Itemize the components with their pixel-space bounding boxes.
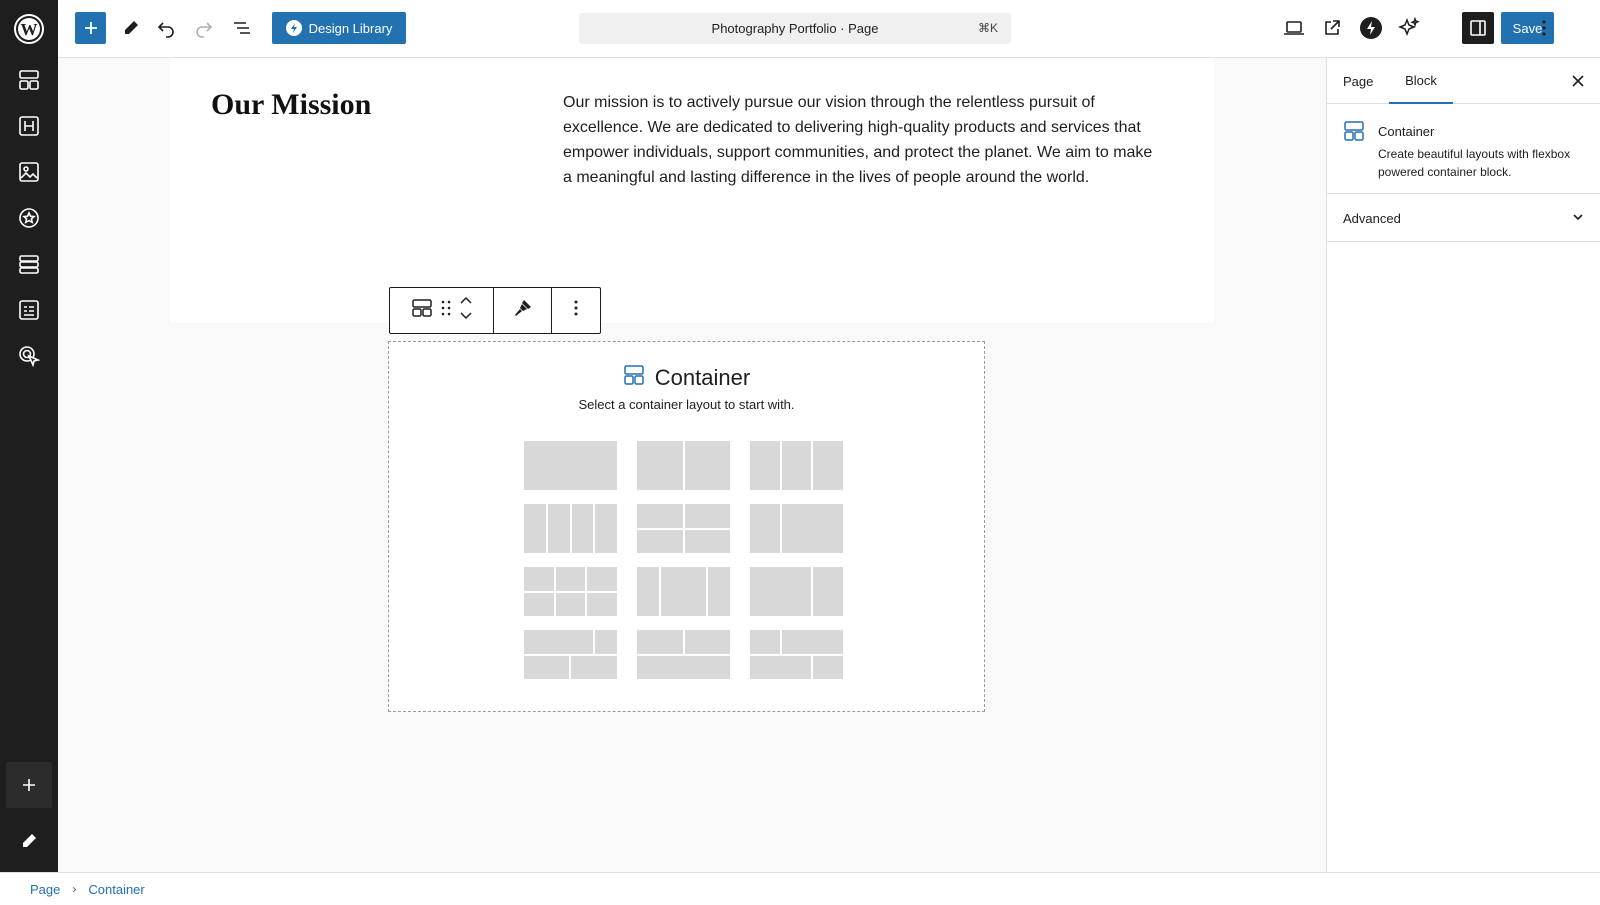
- ai-sparkle-icon[interactable]: [1394, 12, 1424, 44]
- left-sidebar: W: [0, 0, 58, 872]
- advanced-panel-toggle[interactable]: Advanced: [1327, 194, 1600, 242]
- device-preview-icon[interactable]: [1279, 12, 1309, 44]
- advanced-label: Advanced: [1343, 211, 1401, 226]
- image-icon[interactable]: [14, 157, 44, 187]
- layout-option-5[interactable]: [637, 504, 730, 553]
- breadcrumb: Page › Container: [0, 872, 1600, 905]
- design-library-button[interactable]: Design Library: [272, 12, 406, 44]
- container-placeholder-heading: Container: [389, 364, 984, 392]
- settings-tabs: Page Block: [1327, 58, 1600, 104]
- layout-option-8[interactable]: [637, 567, 730, 616]
- design-library-label: Design Library: [308, 20, 393, 36]
- stackable-settings-icon[interactable]: [1356, 12, 1386, 44]
- container-icon: [623, 364, 645, 392]
- container-block-card-icon: [1343, 120, 1365, 147]
- form-icon[interactable]: [14, 295, 44, 325]
- settings-sidebar-toggle[interactable]: [1462, 12, 1494, 44]
- layout-option-6[interactable]: [750, 504, 843, 553]
- rows-icon[interactable]: [14, 249, 44, 279]
- close-icon[interactable]: [1569, 72, 1587, 90]
- block-style-group: [494, 288, 552, 333]
- tab-page[interactable]: Page: [1343, 58, 1373, 104]
- heading-icon[interactable]: [14, 111, 44, 141]
- layout-option-9[interactable]: [750, 567, 843, 616]
- view-external-icon[interactable]: [1317, 12, 1347, 44]
- command-palette-bar[interactable]: Photography Portfolio · Page ⌘K: [579, 13, 1011, 44]
- layout-option-1[interactable]: [524, 441, 617, 490]
- block-toolbar: [389, 287, 601, 334]
- layout-option-3[interactable]: [750, 441, 843, 490]
- redo-icon[interactable]: [189, 12, 219, 44]
- block-options-group: [552, 288, 600, 333]
- wordpress-logo-icon[interactable]: W: [0, 0, 58, 58]
- breadcrumb-page[interactable]: Page: [30, 882, 60, 897]
- inserter-toggle-button[interactable]: [75, 12, 106, 44]
- document-outline-icon[interactable]: [227, 12, 257, 44]
- pencil-icon[interactable]: [14, 826, 44, 856]
- block-controls-group: [390, 288, 494, 333]
- layout-option-10[interactable]: [524, 630, 617, 679]
- paintbrush-icon[interactable]: [513, 298, 533, 323]
- chevron-down-icon: [1571, 210, 1585, 229]
- block-card-title: Container: [1378, 124, 1435, 139]
- pencil-tool-icon[interactable]: [116, 12, 146, 44]
- undo-icon[interactable]: [151, 12, 181, 44]
- layout-options-grid: [524, 441, 846, 679]
- interaction-cursor-icon[interactable]: [14, 341, 44, 371]
- move-up-down-icon[interactable]: [459, 296, 473, 325]
- editor-top-bar: Design Library Photography Portfolio · P…: [58, 0, 1600, 58]
- more-options-icon[interactable]: [1532, 12, 1556, 44]
- tab-block[interactable]: Block: [1389, 58, 1453, 104]
- layout-option-4[interactable]: [524, 504, 617, 553]
- block-card: Container Create beautiful layouts with …: [1327, 104, 1600, 194]
- drag-handle-icon[interactable]: [441, 300, 451, 321]
- svg-text:W: W: [21, 20, 38, 39]
- container-subtitle: Select a container layout to start with.: [578, 397, 795, 412]
- layout-option-2[interactable]: [637, 441, 730, 490]
- container-title: Container: [654, 365, 751, 390]
- layout-option-12[interactable]: [750, 630, 843, 679]
- add-block-button[interactable]: [6, 762, 52, 808]
- container-block-placeholder[interactable]: Container Select a container layout to s…: [388, 341, 985, 712]
- editor-canvas: Our Mission Our mission is to actively p…: [58, 58, 1326, 872]
- mission-paragraph[interactable]: Our mission is to actively pursue our vi…: [563, 90, 1163, 190]
- layout-option-7[interactable]: [524, 567, 617, 616]
- star-badge-icon[interactable]: [14, 203, 44, 233]
- document-title: Photography Portfolio · Page: [711, 21, 879, 36]
- breadcrumb-separator-icon: ›: [72, 882, 77, 896]
- mission-section[interactable]: Our Mission Our mission is to actively p…: [170, 58, 1214, 323]
- block-more-options-icon[interactable]: [573, 299, 579, 322]
- settings-sidebar: Page Block Container Create beautiful la…: [1326, 58, 1600, 872]
- layout-option-11[interactable]: [637, 630, 730, 679]
- mission-heading[interactable]: Our Mission: [211, 88, 371, 122]
- block-card-description: Create beautiful layouts with flexbox po…: [1378, 147, 1571, 179]
- container-block-icon[interactable]: [411, 297, 433, 324]
- stackable-logo-icon: [285, 20, 302, 36]
- shortcut-hint: ⌘K: [977, 21, 998, 35]
- layout-blocks-icon[interactable]: [14, 65, 44, 95]
- breadcrumb-container[interactable]: Container: [88, 882, 144, 897]
